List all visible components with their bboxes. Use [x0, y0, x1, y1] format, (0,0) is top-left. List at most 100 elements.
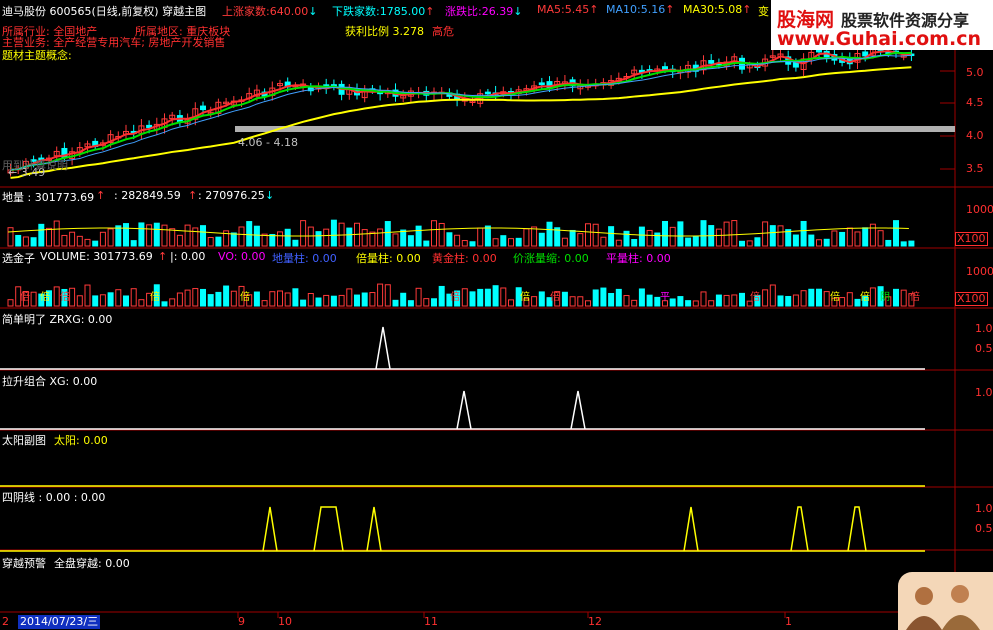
volume-bar: [323, 228, 330, 247]
gold-volume-bar: [277, 290, 283, 307]
risk-status: 高危: [432, 25, 454, 38]
volume-bar: [700, 220, 707, 247]
ma-line-red: [10, 50, 912, 171]
gold-volume-bar: [315, 297, 322, 307]
gold-volume-bar: [415, 287, 422, 307]
gold-volume: VOLUME: 301773.69: [40, 250, 153, 263]
gold-volume-bar: [354, 294, 360, 307]
volume-bar: [92, 240, 99, 247]
candle-body: [708, 60, 715, 64]
volume-bar: [315, 231, 322, 247]
volume-bar: [346, 227, 353, 247]
gold-marker-label: 倍: [40, 290, 50, 303]
volume-bar: [454, 234, 461, 247]
volume-bar: [330, 219, 337, 247]
up-count-label: 上涨家数:: [222, 5, 270, 18]
volume-bar: [723, 221, 730, 247]
candle-body: [200, 105, 206, 111]
volume-bar: [777, 225, 784, 247]
corner-decoration: [898, 572, 993, 630]
volume-bar: [176, 234, 183, 247]
volume-bar: [600, 236, 607, 247]
four-plateau: [313, 506, 344, 552]
gold-volume-bar: [585, 300, 591, 307]
gold-volume-bar: [330, 295, 337, 307]
gold-volume-bar: [99, 294, 106, 307]
four-plateau: [790, 506, 809, 552]
gold-volume-bar: [7, 299, 14, 307]
volume-bar: [546, 221, 553, 247]
price-tick: 5.0: [966, 66, 984, 79]
gold-double: 倍量柱: 0.00: [356, 252, 421, 265]
gold-marker-label: 阴: [880, 291, 890, 303]
gold-volume-bar: [561, 291, 568, 307]
gold-volume-bar: [84, 284, 91, 307]
four-spike: [262, 506, 278, 552]
volume-bar: [146, 224, 153, 247]
volume-bar: [569, 229, 576, 247]
volume-bar: [284, 228, 291, 247]
gold-volume-bar: [123, 295, 129, 307]
volume-bar: [538, 232, 545, 247]
gold-volume-bar: [893, 288, 899, 307]
date-axis-prefix: 2: [2, 615, 9, 628]
volume-bar: [292, 239, 299, 247]
low-hint: 用到计算说明: [2, 159, 68, 172]
gold-volume-bar: [207, 294, 214, 307]
watermark-logo: 股海网 股票软件资源分享 www.Guhai.com.cn: [771, 0, 993, 50]
gold-volume-bar: [107, 292, 114, 307]
gold-volume-bar: [508, 299, 514, 307]
ma5-label: MA5:: [537, 3, 565, 16]
volume-bar: [862, 227, 869, 247]
up-arrow-icon: ↑: [188, 189, 198, 202]
candle-body: [862, 51, 869, 57]
gold-volume-bar: [731, 294, 738, 307]
chart-canvas[interactable]: 倍倍倍倍倍倍倍倍平倍倍倍阴倍: [0, 0, 993, 630]
volume-bar: [877, 230, 884, 247]
volume-bar: [238, 226, 245, 247]
gold-marker-label: 倍: [60, 290, 70, 303]
volume-bar: [854, 231, 861, 247]
volume-bar: [484, 225, 491, 247]
up-arrow-icon: ↑: [589, 3, 599, 16]
ma-line-blue: [10, 54, 912, 171]
updown-ratio-value: 26.39: [481, 5, 514, 18]
gold-volume-bar: [762, 289, 769, 307]
volume-bar: [99, 231, 106, 247]
simple-spike: [375, 326, 391, 370]
volume-bar: [631, 239, 638, 247]
gold-volume-bar: [808, 288, 815, 307]
volume-bar: [654, 232, 661, 247]
volume-bar: [115, 225, 122, 247]
gold-volume-bar: [30, 291, 37, 307]
up-count-value: 640.00: [269, 5, 309, 18]
profit-ratio: 获利比例 3.278: [345, 25, 424, 38]
gold-marker-label: 平: [660, 292, 670, 303]
volume-bar: [369, 231, 376, 247]
volume-bar: [407, 235, 414, 247]
volume-axis-tick: 1000: [966, 203, 993, 216]
volume-bar: [207, 236, 214, 247]
volume-bar: [816, 239, 822, 247]
four-spike: [366, 506, 382, 552]
gold-volume-bar: [869, 287, 876, 307]
down-arrow-icon: ↓: [265, 189, 275, 202]
gold-volume-bar: [261, 300, 268, 307]
volume-bar: [592, 223, 599, 247]
volume-bar: [869, 223, 876, 247]
gold-volume-bar: [138, 299, 145, 307]
gold-volume-bar: [92, 295, 99, 307]
date-cursor[interactable]: 2014/07/23/三: [18, 615, 101, 629]
gold-volume-bar: [600, 287, 607, 307]
volume-bar: [839, 231, 846, 247]
ma10-value: 5.16: [640, 3, 666, 16]
ma30-label: MA30:: [683, 3, 718, 16]
gold-volume-bar: [300, 299, 307, 307]
ma-line-green: [10, 51, 912, 171]
gold-volume-bar: [623, 295, 630, 307]
gold-volume-bar: [692, 300, 699, 307]
gold-volume-bar: [284, 292, 291, 307]
gold-flat: 平量柱: 0.00: [606, 252, 671, 265]
volume-bar: [500, 235, 507, 247]
gold-volume-bar: [176, 292, 183, 307]
